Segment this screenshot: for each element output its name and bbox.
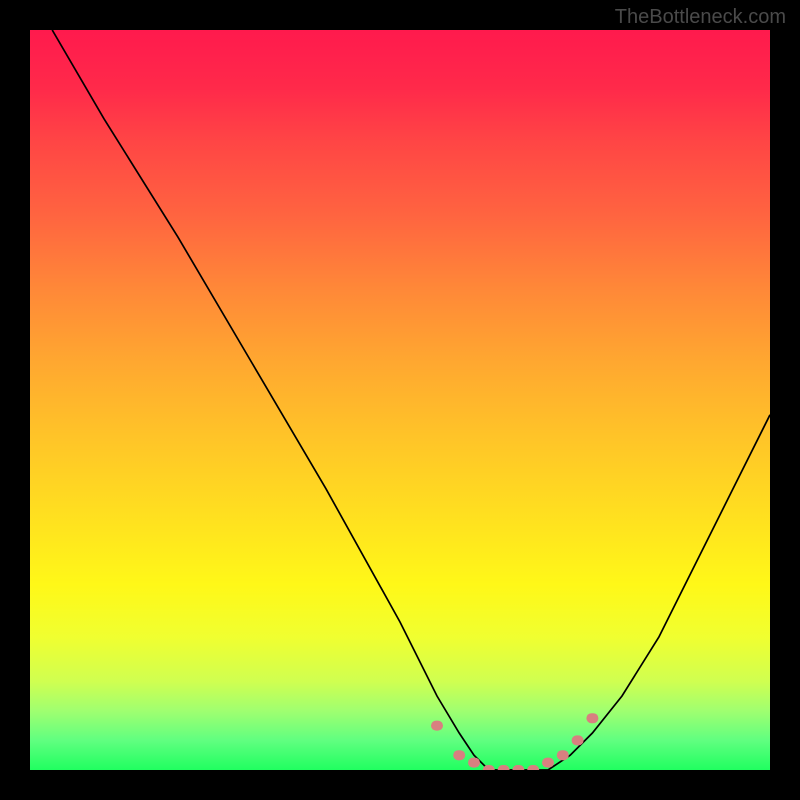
chart-marker (512, 765, 524, 770)
chart-svg (30, 30, 770, 770)
chart-marker (498, 765, 510, 770)
chart-markers (431, 713, 598, 770)
chart-marker (468, 758, 480, 768)
chart-plot-area (30, 30, 770, 770)
chart-marker (431, 721, 443, 731)
chart-curve (52, 30, 770, 770)
chart-marker (542, 758, 554, 768)
chart-marker (527, 765, 539, 770)
chart-marker (586, 713, 598, 723)
chart-marker (572, 735, 584, 745)
watermark-text: TheBottleneck.com (615, 6, 786, 29)
chart-marker (557, 750, 569, 760)
chart-marker (453, 750, 465, 760)
